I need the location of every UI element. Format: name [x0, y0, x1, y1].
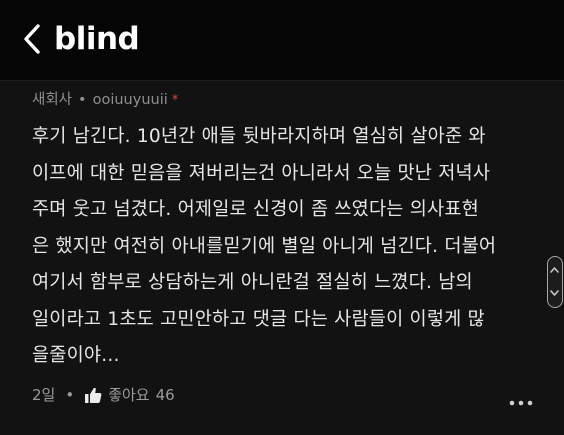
comment-line: 이프에 대한 믿음을 져버리는건 아니라서 오늘 맛난 저녁사 — [32, 162, 491, 184]
more-horizontal-icon — [509, 400, 533, 406]
like-label: 좋아요 — [108, 386, 150, 404]
comment-line: 일이라고 1초도 고민안하고 댓글 다는 사람들이 이렇게 많 — [32, 308, 485, 330]
comment-card: 새회사 • ooiuuyuuii * 후기 남긴다. 10년간 애들 뒷바라지하며 열… — [0, 81, 564, 435]
comment-line: 은 했지만 여전히 아내를믿기에 별일 아니게 넘긴다. 더불어 — [32, 235, 497, 257]
top-bar: blind — [0, 0, 564, 80]
comment-line: 여기서 함부로 상담하는게 아니란걸 절실히 느꼈다. 남의 — [32, 272, 473, 293]
footer-separator: • — [65, 386, 75, 404]
more-options-button[interactable] — [508, 395, 538, 409]
like-count: 46 — [155, 386, 175, 404]
like-button[interactable]: 좋아요 46 — [84, 383, 175, 407]
comment-line: 후기 남긴다. 10년간 애들 뒷바라지하며 열심히 살아준 와 — [32, 126, 486, 147]
comment-line: 을줄이야... — [32, 345, 120, 366]
comment-time: 2일 — [32, 386, 56, 404]
author-marker: * — [171, 93, 179, 108]
app-logo: blind — [54, 21, 140, 57]
comment-body: 후기 남긴다. 10년간 애들 뒷바라지하며 열심히 살아준 와 이프에 대한 … — [32, 119, 532, 375]
thumbs-up-icon — [85, 387, 102, 403]
chevron-left-icon — [24, 24, 40, 54]
scroll-arrows-icon — [550, 267, 559, 296]
comment-line: 주며 웃고 넘겼다. 어제일로 신경이 좀 쓰였다는 의사표현 — [32, 199, 479, 220]
meta-separator: • — [78, 92, 87, 108]
comment-footer: 2일 • 좋아요 46 — [32, 383, 175, 407]
back-button[interactable] — [18, 22, 48, 56]
author-company[interactable]: 새회사 — [32, 92, 72, 108]
author-username[interactable]: ooiuuyuuii — [93, 92, 168, 108]
comment-meta: 새회사 • ooiuuyuuii * — [32, 89, 178, 112]
scroll-handle[interactable] — [547, 256, 563, 308]
